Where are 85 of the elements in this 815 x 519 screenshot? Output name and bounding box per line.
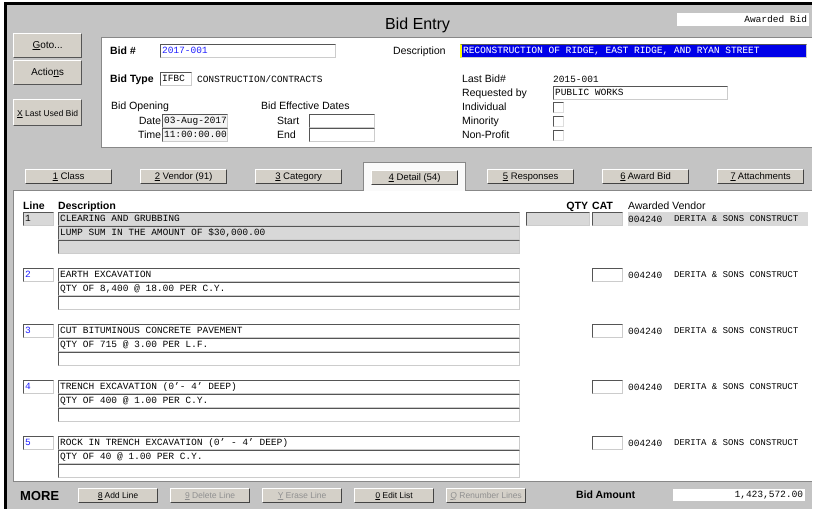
date-field[interactable] bbox=[309, 128, 375, 142]
vendor-code: 004240 bbox=[628, 270, 664, 280]
goto-button[interactable]: Goto... bbox=[13, 33, 82, 58]
vendor-name: DERITA & SONS CONSTRUCT bbox=[674, 326, 798, 336]
line-number-field[interactable]: 5 bbox=[23, 436, 54, 450]
date-field[interactable]: 03-Aug-2017 bbox=[162, 114, 228, 128]
line-number-field[interactable]: 1 bbox=[23, 212, 54, 226]
tab[interactable]: 2 Vendor (91) bbox=[140, 169, 227, 184]
field-label: Minority bbox=[462, 115, 500, 127]
field-label: Bid # bbox=[110, 45, 137, 57]
requested-by-field[interactable]: PUBLIC WORKS bbox=[553, 86, 728, 100]
description-field[interactable]: QTY OF 40 @ 1.00 PER C.Y. bbox=[58, 450, 520, 464]
description-field[interactable]: RECONSTRUCTION OF RIDGE, EAST RIDGE, AND RYAN STREET bbox=[460, 44, 807, 58]
bid-type-field[interactable]: IFBC bbox=[160, 72, 192, 86]
description-field[interactable]: ROCK IN TRENCH EXCAVATION (0’ - 4’ DEEP) bbox=[58, 436, 520, 450]
tab[interactable]: 7 Attachments bbox=[717, 169, 804, 184]
line-number-field[interactable]: 2 bbox=[23, 268, 54, 282]
last-used-bid-button[interactable]: X Last Used Bid bbox=[13, 99, 82, 126]
tab[interactable]: 5 Responses bbox=[487, 169, 574, 184]
description-field[interactable]: QTY OF 400 @ 1.00 PER C.Y. bbox=[58, 394, 520, 408]
line-number-field[interactable]: 4 bbox=[23, 380, 54, 394]
description-field[interactable]: EARTH EXCAVATION bbox=[58, 268, 520, 282]
qty-field[interactable] bbox=[526, 212, 590, 226]
checkbox[interactable] bbox=[553, 116, 564, 126]
actions-button[interactable]: Actions bbox=[13, 60, 82, 85]
footer-button[interactable]: 8 Add Line bbox=[78, 488, 158, 502]
column-header: Line bbox=[23, 200, 46, 212]
description-field[interactable] bbox=[58, 352, 520, 366]
cat-field[interactable] bbox=[592, 380, 623, 394]
vendor-name: DERITA & SONS CONSTRUCT bbox=[674, 270, 798, 280]
cat-field[interactable] bbox=[592, 324, 623, 338]
description-field[interactable]: CUT BITUMINOUS CONCRETE PAVEMENT bbox=[58, 324, 520, 338]
field-label: Last Bid# bbox=[462, 73, 507, 85]
description-field[interactable]: TRENCH EXCAVATION (0’- 4’ DEEP) bbox=[58, 380, 520, 394]
date-field[interactable]: 11:00:00.00 bbox=[162, 128, 228, 142]
date-field[interactable] bbox=[309, 114, 375, 128]
field-label: Description bbox=[393, 45, 447, 57]
bid-type-name: CONSTRUCTION/CONTRACTS bbox=[197, 74, 322, 84]
column-header: Description bbox=[58, 200, 117, 212]
tab[interactable]: 3 Category bbox=[255, 169, 342, 184]
vendor-name: DERITA & SONS CONSTRUCT bbox=[674, 382, 798, 392]
vendor-name: DERITA & SONS CONSTRUCT bbox=[674, 214, 798, 224]
description-field[interactable]: LUMP SUM IN THE AMOUNT OF $30,000.00 bbox=[58, 226, 520, 240]
description-field[interactable] bbox=[58, 408, 520, 422]
description-field[interactable]: QTY OF 715 @ 3.00 PER L.F. bbox=[58, 338, 520, 352]
line-number-field[interactable]: 3 bbox=[23, 324, 54, 338]
field-label: Start bbox=[276, 115, 300, 127]
tab[interactable]: 1 Class bbox=[25, 169, 112, 184]
vendor-code: 004240 bbox=[628, 438, 664, 448]
tab[interactable]: 6 Award Bid bbox=[602, 169, 689, 184]
cat-field[interactable] bbox=[592, 268, 623, 282]
cat-field[interactable] bbox=[592, 436, 623, 450]
bid-amount-field: 1,423,572.00 bbox=[673, 489, 805, 501]
vendor-name: DERITA & SONS CONSTRUCT bbox=[674, 438, 798, 448]
description-field[interactable]: QTY OF 8,400 @ 18.00 PER C.Y. bbox=[58, 282, 520, 296]
cat-field[interactable] bbox=[592, 212, 623, 226]
field-label: Individual bbox=[462, 101, 508, 113]
description-field[interactable] bbox=[58, 296, 520, 310]
field-label: End bbox=[276, 129, 297, 141]
field-value: 2015-001 bbox=[553, 74, 600, 84]
tab[interactable]: 4 Detail (54) bbox=[363, 162, 466, 191]
field-label: Bid Type bbox=[110, 73, 155, 85]
group-label: Bid Effective Dates bbox=[261, 100, 351, 114]
field-label: Bid Amount bbox=[576, 489, 636, 501]
field-label: Time bbox=[137, 129, 162, 141]
vendor-code: 004240 bbox=[628, 214, 664, 224]
field-label: Non-Profit bbox=[462, 129, 510, 141]
bid-number-field[interactable]: 2017-001 bbox=[160, 44, 336, 58]
field-label: Requested by bbox=[462, 87, 528, 99]
field-label: Date bbox=[138, 115, 162, 127]
column-header: CAT bbox=[592, 200, 614, 212]
column-header: Awarded Vendor bbox=[628, 200, 706, 212]
more-label: MORE bbox=[20, 488, 60, 502]
vendor-code: 004240 bbox=[628, 326, 664, 336]
checkbox[interactable] bbox=[553, 130, 564, 140]
description-field[interactable]: CLEARING AND GRUBBING bbox=[58, 212, 520, 226]
footer-button[interactable]: 0 Edit List bbox=[354, 488, 434, 502]
checkbox[interactable] bbox=[553, 102, 564, 112]
window-title: Bid Entry bbox=[385, 15, 450, 34]
group-label: Bid Opening bbox=[111, 100, 170, 114]
status-field: Awarded Bid bbox=[677, 12, 809, 26]
column-header: QTY bbox=[566, 200, 589, 212]
description-field[interactable] bbox=[58, 464, 520, 478]
description-field[interactable] bbox=[58, 240, 520, 254]
vendor-code: 004240 bbox=[628, 382, 664, 392]
